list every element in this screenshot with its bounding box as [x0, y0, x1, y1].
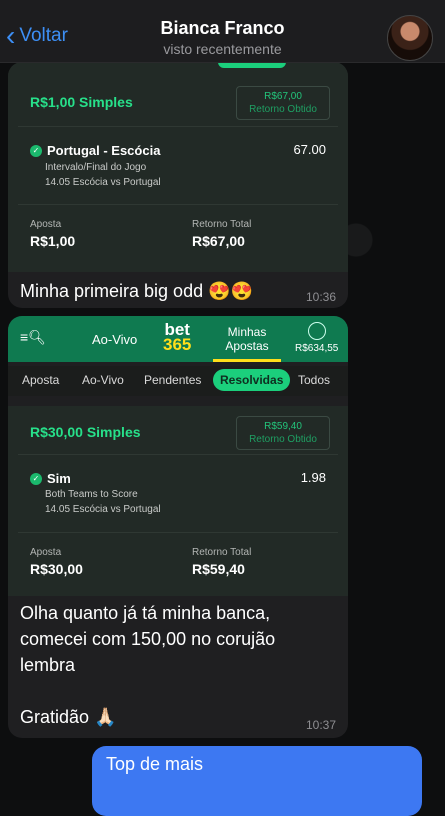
message-time: 10:36 — [305, 290, 336, 304]
bet-slip-card: R$1,00 Simples R$67,00 Retorno Obtido ✓ P… — [8, 62, 348, 272]
selection-event: 14.05 Escócia vs Portugal — [45, 177, 161, 188]
caption-line: comecei com 150,00 no corujão — [20, 629, 276, 649]
chat-header: ‹ Voltar Bianca Franco visto recentement… — [0, 0, 445, 63]
message-caption: Olha quanto já tá minha banca, comecei c… — [8, 600, 275, 730]
return-label: Retorno Obtido — [249, 104, 317, 115]
contact-status: visto recentemente — [163, 41, 282, 57]
tab-resolvidas[interactable]: Resolvidas — [213, 369, 291, 391]
stake-value: R$30,00 — [30, 561, 83, 577]
selection-row: ✓ Sim — [30, 470, 71, 488]
check-icon: ✓ — [30, 472, 42, 485]
nav-my-bets-line1: Minhas — [227, 325, 267, 339]
total-return-label: Retorno Total — [192, 547, 252, 558]
account-icon[interactable] — [308, 322, 326, 340]
outgoing-message[interactable]: Top de mais — [92, 746, 422, 816]
return-box: R$67,00 Retorno Obtido — [236, 86, 330, 120]
message-time: 10:37 — [305, 718, 336, 732]
selection-market: Intervalo/Final do Jogo — [45, 162, 147, 173]
return-box: R$59,40 Retorno Obtido — [236, 416, 330, 450]
bet365-header: ≡🔍︎ Ao-Vivo bet 365 Minhas Apostas R$634… — [8, 316, 348, 362]
return-value: R$59,40 — [264, 421, 302, 432]
selection-market: Both Teams to Score — [45, 489, 138, 500]
stake-label: Aposta — [30, 219, 62, 230]
selection-odd: 67.00 — [293, 142, 326, 157]
menu-search-icon[interactable]: ≡🔍︎ — [20, 329, 46, 346]
total-return-label: Retorno Total — [192, 219, 252, 230]
caption-line: lembra — [20, 655, 76, 675]
selection-odd: 1.98 — [300, 470, 326, 485]
check-icon: ✓ — [30, 144, 42, 157]
nav-my-bets[interactable]: Minhas Apostas — [213, 316, 281, 362]
incoming-message-1[interactable]: R$1,00 Simples R$67,00 Retorno Obtido ✓ P… — [8, 62, 348, 308]
selection-name: Sim — [47, 471, 71, 486]
return-label: Retorno Obtido — [249, 434, 317, 445]
divider — [18, 204, 338, 205]
stake-value: R$1,00 — [30, 233, 76, 249]
return-value: R$67,00 — [264, 91, 302, 102]
selection-event: 14.05 Escócia vs Portugal — [45, 504, 161, 515]
tab-aposta[interactable]: Aposta — [22, 373, 59, 387]
divider — [18, 532, 338, 533]
contact-name[interactable]: Bianca Franco — [0, 18, 445, 39]
divider — [18, 454, 338, 455]
total-return-value: R$67,00 — [192, 233, 245, 249]
selection-name: Portugal - Escócia — [47, 143, 161, 158]
tab-ao-vivo[interactable]: Ao-Vivo — [82, 373, 124, 387]
message-caption: Minha primeira big odd 😍😍 — [20, 281, 253, 301]
bet-tabs: Aposta Ao-Vivo Pendentes Resolvidas Todo… — [8, 366, 348, 396]
caption-line: Gratidão 🙏🏻 — [20, 707, 117, 727]
logo-bottom: 365 — [163, 335, 192, 354]
outgoing-message-text: Top de mais — [106, 754, 204, 774]
incoming-message-2[interactable]: ≡🔍︎ Ao-Vivo bet 365 Minhas Apostas R$634… — [8, 316, 348, 738]
nav-live[interactable]: Ao-Vivo — [92, 332, 137, 347]
nav-my-bets-line2: Apostas — [225, 339, 269, 353]
balance[interactable]: R$634,55 — [295, 343, 338, 354]
bet365-logo: bet 365 — [163, 321, 192, 354]
bet-type: R$1,00 Simples — [30, 94, 133, 110]
tab-pendentes[interactable]: Pendentes — [144, 373, 201, 387]
divider — [18, 126, 338, 127]
avatar[interactable] — [387, 15, 433, 61]
bet-type: R$30,00 Simples — [30, 424, 141, 440]
bet-slip-card: R$30,00 Simples R$59,40 Retorno Obtido ✓… — [8, 406, 348, 596]
stake-label: Aposta — [30, 547, 62, 558]
total-return-value: R$59,40 — [192, 561, 245, 577]
caption-line: Olha quanto já tá minha banca, — [20, 603, 271, 623]
selection-row: ✓ Portugal - Escócia — [30, 142, 160, 160]
tab-todos[interactable]: Todos — [298, 373, 330, 387]
